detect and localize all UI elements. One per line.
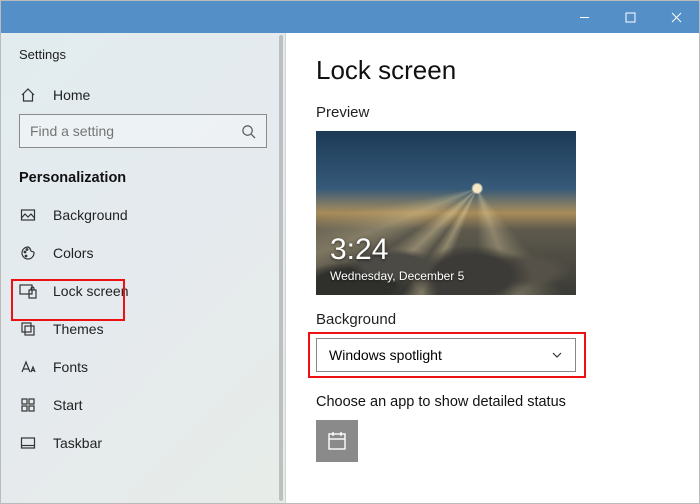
- lock-screen-date: Wednesday, December 5: [330, 269, 464, 283]
- scrollbar[interactable]: [279, 35, 283, 501]
- detailed-status-app-tile[interactable]: [316, 420, 358, 462]
- sidebar-item-lock-screen[interactable]: Lock screen: [1, 272, 285, 310]
- lock-screen-icon: [19, 282, 37, 300]
- app-title: Settings: [1, 43, 285, 76]
- settings-window: Settings Home Personalization Background: [0, 0, 700, 504]
- titlebar: [1, 1, 699, 33]
- lock-screen-time: 3:24: [330, 233, 388, 267]
- sidebar-item-label: Fonts: [53, 359, 88, 375]
- search-input[interactable]: [30, 123, 241, 139]
- sidebar-section-title: Personalization: [1, 164, 285, 196]
- search-icon: [241, 124, 256, 139]
- maximize-icon: [625, 12, 636, 23]
- minimize-icon: [579, 12, 590, 23]
- sidebar-item-colors[interactable]: Colors: [1, 234, 285, 272]
- preview-heading: Preview: [316, 104, 669, 121]
- picture-icon: [19, 206, 37, 224]
- sidebar-item-label: Colors: [53, 245, 93, 261]
- sidebar-item-themes[interactable]: Themes: [1, 310, 285, 348]
- background-heading: Background: [316, 311, 669, 328]
- sidebar-item-label: Themes: [53, 321, 104, 337]
- chevron-down-icon: [551, 349, 563, 361]
- search-box[interactable]: [19, 114, 267, 148]
- sidebar-item-fonts[interactable]: Fonts: [1, 348, 285, 386]
- close-icon: [671, 12, 682, 23]
- background-dropdown[interactable]: Windows spotlight: [316, 338, 576, 372]
- sidebar-home[interactable]: Home: [1, 76, 285, 114]
- themes-icon: [19, 320, 37, 338]
- sidebar-item-label: Start: [53, 397, 83, 413]
- detailed-status-heading: Choose an app to show detailed status: [316, 394, 669, 410]
- maximize-button[interactable]: [607, 1, 653, 33]
- sidebar-item-label: Taskbar: [53, 435, 102, 451]
- fonts-icon: [19, 358, 37, 376]
- lock-screen-preview: 3:24 Wednesday, December 5: [316, 131, 576, 295]
- sidebar-item-label: Lock screen: [53, 283, 128, 299]
- sidebar-item-taskbar[interactable]: Taskbar: [1, 424, 285, 462]
- palette-icon: [19, 244, 37, 262]
- close-button[interactable]: [653, 1, 699, 33]
- content-pane: Lock screen Preview 3:24 Wednesday, Dece…: [286, 33, 699, 503]
- minimize-button[interactable]: [561, 1, 607, 33]
- page-title: Lock screen: [316, 55, 669, 86]
- sidebar-home-label: Home: [53, 87, 90, 103]
- start-icon: [19, 396, 37, 414]
- sidebar-item-start[interactable]: Start: [1, 386, 285, 424]
- background-dropdown-value: Windows spotlight: [329, 347, 442, 363]
- calendar-icon: [326, 430, 348, 452]
- sidebar-item-label: Background: [53, 207, 128, 223]
- sidebar: Settings Home Personalization Background: [1, 33, 286, 503]
- sidebar-item-background[interactable]: Background: [1, 196, 285, 234]
- taskbar-icon: [19, 434, 37, 452]
- home-icon: [19, 86, 37, 104]
